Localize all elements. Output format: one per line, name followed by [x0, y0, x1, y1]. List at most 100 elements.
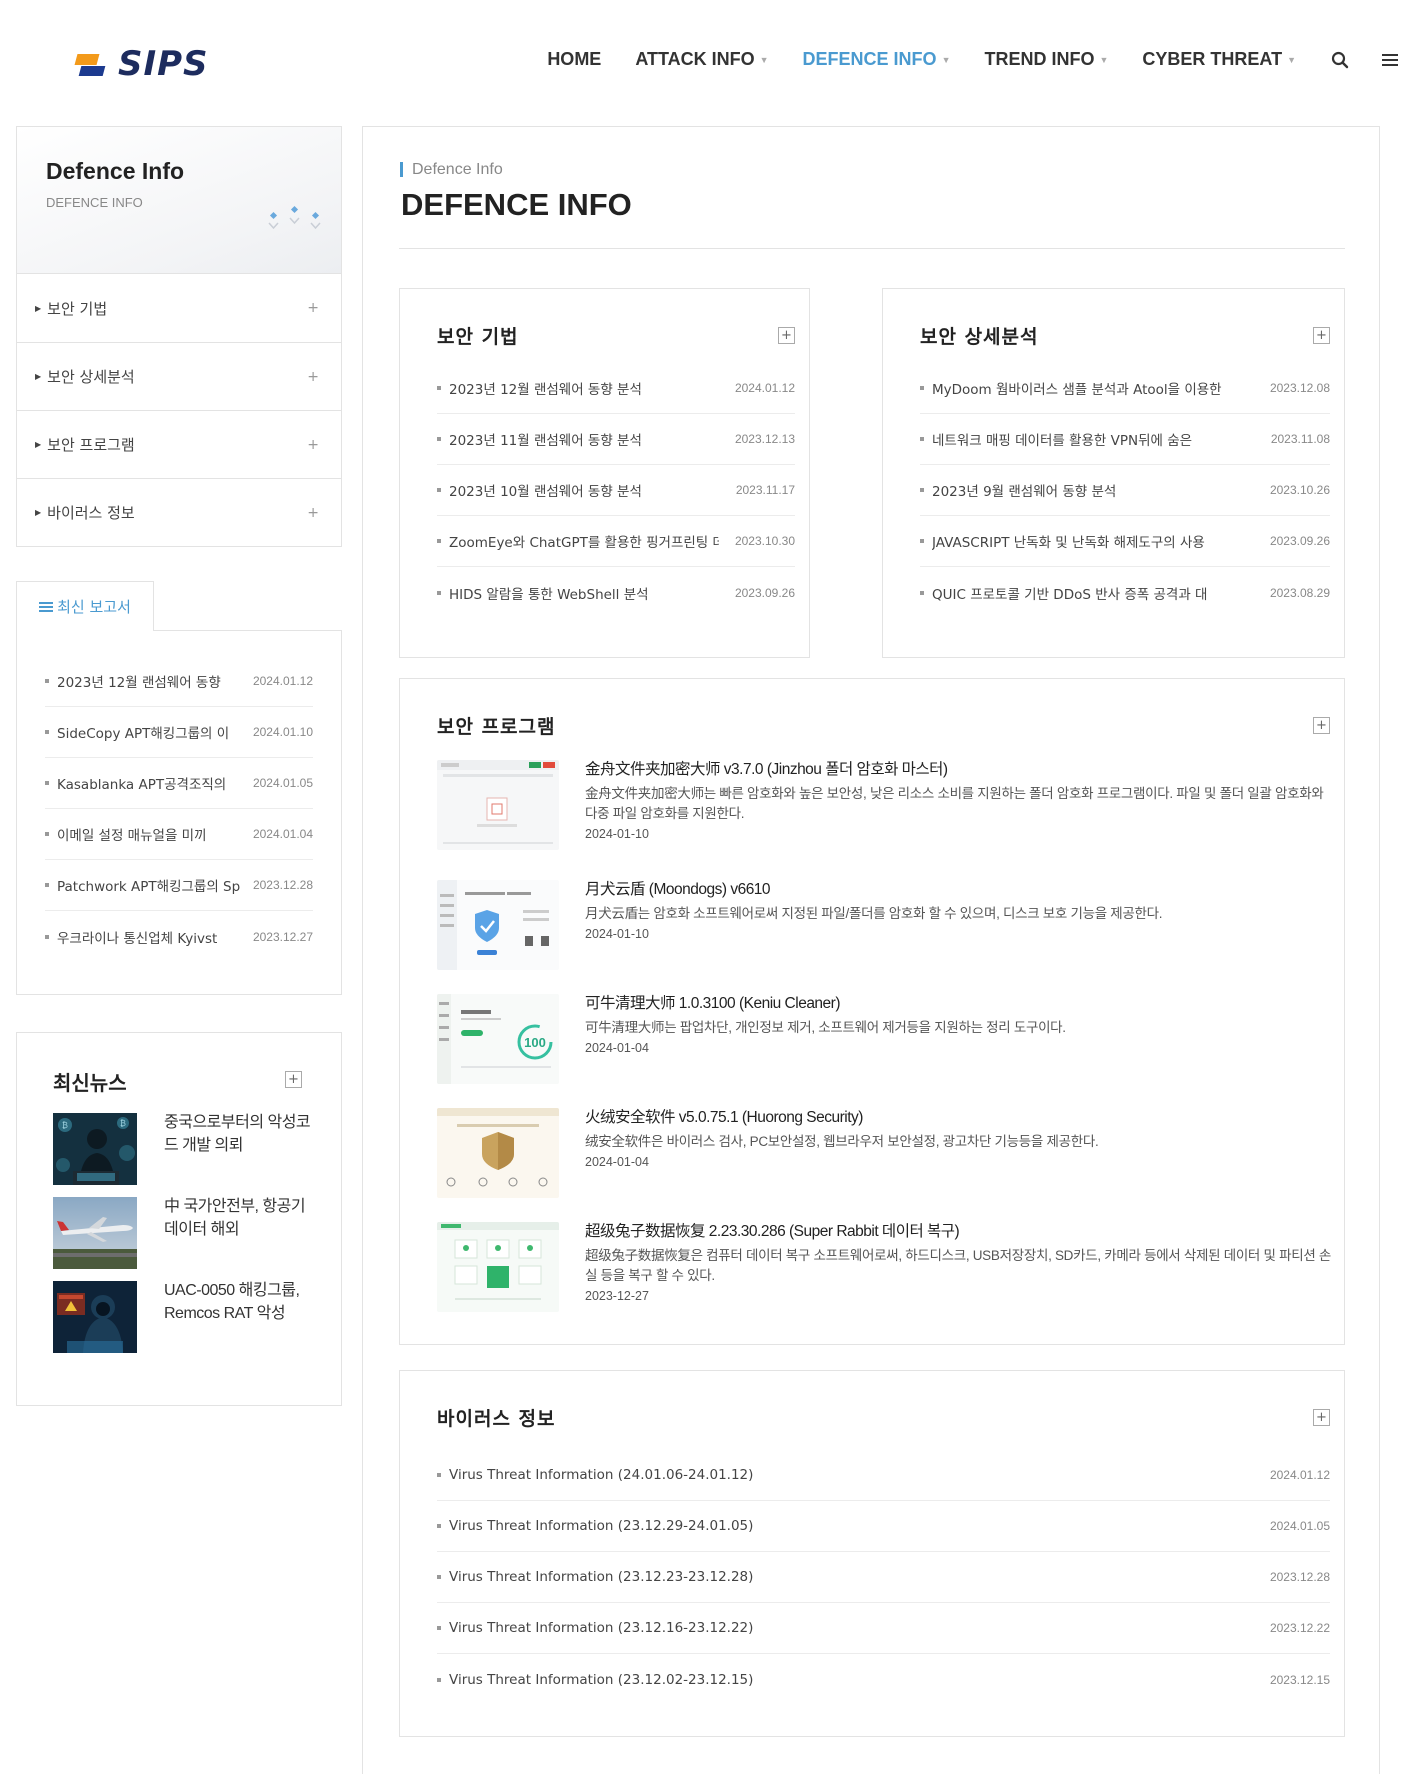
post-title[interactable]: JAVASCRIPT 난독화 및 난독화 해제도구의 사용 — [932, 531, 1254, 551]
post-title[interactable]: Virus Threat Information (23.12.16-23.12… — [449, 1620, 1254, 1636]
list-item[interactable]: Virus Threat Information (23.12.29-24.01… — [437, 1501, 1330, 1552]
list-item[interactable]: Virus Threat Information (24.01.06-24.01… — [437, 1450, 1330, 1501]
sidebar-item-security-programs[interactable]: ▶ 보안 프로그램 + — [17, 410, 341, 478]
menu-icon[interactable] — [1380, 50, 1400, 70]
program-name[interactable]: 可牛清理大师 1.0.3100 (Keniu Cleaner) — [585, 994, 1337, 1014]
news-item[interactable]: ₿ ₿ 중국으로부터의 악성코드 개발 의뢰 — [53, 1113, 313, 1185]
nav-home[interactable]: HOME — [547, 49, 601, 70]
sidebar-item-detailed-analysis[interactable]: ▶ 보안 상세분석 + — [17, 342, 341, 410]
post-title[interactable]: Virus Threat Information (23.12.02-23.12… — [449, 1672, 1254, 1688]
list-item[interactable]: 2023년 11월 랜섬웨어 동향 분석 2023.12.13 — [437, 414, 795, 465]
program-screenshot-thumb[interactable] — [437, 1108, 559, 1198]
triangle-right-icon: ▶ — [35, 440, 42, 449]
program-name[interactable]: 火绒安全软件 v5.0.75.1 (Huorong Security) — [585, 1108, 1337, 1128]
program-description: 超级兔子数据恢复은 컴퓨터 데이터 복구 소프트웨어로써, 하드디스크, USB… — [585, 1248, 1332, 1283]
nav-trend-info[interactable]: TREND INFO ▼ — [984, 49, 1108, 70]
news-title[interactable]: 중국으로부터의 악성코드 개발 의뢰 — [164, 1111, 313, 1185]
post-title[interactable]: Virus Threat Information (23.12.29-24.01… — [449, 1518, 1254, 1534]
list-item[interactable]: 2023년 10월 랜섬웨어 동향 분석 2023.11.17 — [437, 465, 795, 516]
plus-icon[interactable]: + — [307, 369, 319, 385]
list-item[interactable]: 이메일 설정 매뉴얼을 미끼 2024.01.04 — [45, 809, 313, 860]
post-date: 2024.01.05 — [1269, 1519, 1330, 1533]
program-item[interactable]: 金舟文件夹加密大师 v3.7.0 (Jinzhou 폴더 암호화 마스터) 金舟… — [437, 760, 1337, 850]
news-item[interactable]: 中 국가안전부, 항공기 데이터 해외 — [53, 1197, 313, 1269]
post-title[interactable]: 2023년 11월 랜섬웨어 동향 분석 — [449, 429, 719, 449]
hacker-thumb[interactable]: ₿ ₿ — [53, 1113, 137, 1185]
post-title[interactable]: ZoomEye와 ChatGPT를 활용한 핑거프린팅 데이터 — [449, 531, 719, 551]
report-title[interactable]: Kasablanka APT공격조직의 — [57, 773, 245, 793]
program-screenshot-thumb[interactable] — [437, 1222, 559, 1312]
list-item[interactable]: Virus Threat Information (23.12.02-23.12… — [437, 1654, 1330, 1705]
site-logo[interactable]: SIPS — [74, 44, 209, 84]
list-item[interactable]: ZoomEye와 ChatGPT를 활용한 핑거프린팅 데이터 2023.10.3… — [437, 516, 795, 567]
program-description: 金舟文件夹加密大师는 빠른 암호화와 높은 보안성, 낮은 리소스 소비를 지원… — [585, 786, 1324, 821]
post-title[interactable]: MyDoom 웜바이러스 샘플 분석과 Atool을 이용한 — [932, 378, 1254, 398]
list-item[interactable]: 우크라이나 통신업체 Kyivst 2023.12.27 — [45, 911, 313, 962]
plus-icon[interactable]: + — [307, 300, 319, 316]
list-item[interactable]: JAVASCRIPT 난독화 및 난독화 해제도구의 사용 2023.09.26 — [920, 516, 1330, 567]
airplane-thumb[interactable] — [53, 1197, 137, 1269]
more-plus-icon[interactable]: + — [285, 1071, 302, 1088]
list-item[interactable]: 2023년 9월 랜섬웨어 동향 분석 2023.10.26 — [920, 465, 1330, 516]
post-date: 2023.12.15 — [1269, 1672, 1330, 1687]
list-item[interactable]: Virus Threat Information (23.12.23-23.12… — [437, 1552, 1330, 1603]
news-title[interactable]: UAC-0050 해킹그룹, Remcos RAT 악성 — [164, 1279, 313, 1353]
bullet-icon — [920, 386, 924, 390]
program-name[interactable]: 金舟文件夹加密大师 v3.7.0 (Jinzhou 폴더 암호화 마스터) — [585, 760, 1337, 780]
post-title[interactable]: 네트워크 매핑 데이터를 활용한 VPN뒤에 숨은 — [932, 429, 1255, 449]
list-item[interactable]: MyDoom 웜바이러스 샘플 분석과 Atool을 이용한 2023.12.08 — [920, 363, 1330, 414]
post-date: 2023.12.13 — [734, 432, 795, 446]
post-title[interactable]: 2023년 10월 랜섬웨어 동향 분석 — [449, 480, 720, 500]
plus-icon[interactable]: + — [307, 505, 319, 521]
post-title[interactable]: Virus Threat Information (23.12.23-23.12… — [449, 1569, 1254, 1585]
post-title[interactable]: 2023년 9월 랜섬웨어 동향 분석 — [932, 480, 1254, 500]
nav-defence-info[interactable]: DEFENCE INFO ▼ — [803, 49, 951, 70]
plus-icon[interactable]: + — [307, 437, 319, 453]
program-screenshot-thumb[interactable] — [437, 760, 559, 850]
program-name[interactable]: 月犬云盾 (Moondogs) v6610 — [585, 880, 1337, 900]
list-item[interactable]: 2023년 12월 랜섬웨어 동향 2024.01.12 — [45, 656, 313, 707]
report-title[interactable]: 2023년 12월 랜섬웨어 동향 — [57, 671, 245, 691]
program-item[interactable]: 超级兔子数据恢复 2.23.30.286 (Super Rabbit 데이터 복… — [437, 1222, 1337, 1312]
list-item[interactable]: HIDS 알람을 통한 WebShell 분석 2023.09.26 — [437, 567, 795, 618]
program-screenshot-thumb[interactable]: 100 — [437, 994, 559, 1084]
program-screenshot-thumb[interactable] — [437, 880, 559, 970]
list-item[interactable]: Virus Threat Information (23.12.16-23.12… — [437, 1603, 1330, 1654]
list-item[interactable]: Patchwork APT해킹그룹의 Sp 2023.12.28 — [45, 860, 313, 911]
list-item[interactable]: QUIC 프로토콜 기반 DDoS 반사 증폭 공격과 대 2023.08.29 — [920, 567, 1330, 618]
report-title[interactable]: 이메일 설정 매뉴얼을 미끼 — [57, 824, 245, 844]
program-item[interactable]: 月犬云盾 (Moondogs) v6610 月犬云盾는 암호화 소프트웨어로써 … — [437, 880, 1337, 970]
hooded-hacker-thumb[interactable] — [53, 1281, 137, 1353]
more-plus-icon[interactable]: + — [1313, 327, 1330, 344]
list-item[interactable]: 2023년 12월 랜섬웨어 동향 분석 2024.01.12 — [437, 363, 795, 414]
more-plus-icon[interactable]: + — [778, 327, 795, 344]
security-programs-card: 보안 프로그램 + 金舟文件夹加密大师 v3.7.0 (Jinzhou 폴더 암… — [399, 678, 1345, 1345]
report-title[interactable]: SideCopy APT해킹그룹의 이 — [57, 722, 245, 742]
page-title: DEFENCE INFO — [401, 187, 632, 222]
program-item[interactable]: 火绒安全软件 v5.0.75.1 (Huorong Security) 绒安全软… — [437, 1108, 1337, 1198]
post-title[interactable]: 2023년 12월 랜섬웨어 동향 분석 — [449, 378, 719, 398]
list-item[interactable]: SideCopy APT해킹그룹의 이 2024.01.10 — [45, 707, 313, 758]
news-item[interactable]: UAC-0050 해킹그룹, Remcos RAT 악성 — [53, 1281, 313, 1353]
program-name[interactable]: 超级兔子数据恢复 2.23.30.286 (Super Rabbit 데이터 복… — [585, 1222, 1337, 1242]
list-item[interactable]: 네트워크 매핑 데이터를 활용한 VPN뒤에 숨은 2023.11.08 — [920, 414, 1330, 465]
post-title[interactable]: QUIC 프로토콜 기반 DDoS 반사 증폭 공격과 대 — [932, 583, 1254, 603]
program-item[interactable]: 100 可牛清理大师 1.0.3100 (Keniu Cleaner) 可牛清理… — [437, 994, 1337, 1084]
report-title[interactable]: 우크라이나 통신업체 Kyivst — [57, 927, 245, 947]
more-plus-icon[interactable]: + — [1313, 1409, 1330, 1426]
nav-attack-info[interactable]: ATTACK INFO ▼ — [635, 49, 768, 70]
sidebar-item-security-techniques[interactable]: ▶ 보안 기법 + — [17, 274, 341, 342]
news-title[interactable]: 中 국가안전부, 항공기 데이터 해외 — [164, 1195, 313, 1269]
post-title[interactable]: HIDS 알람을 통한 WebShell 분석 — [449, 583, 719, 603]
card-title: 보안 상세분석 — [920, 326, 1039, 348]
list-item[interactable]: Kasablanka APT공격조직의 2024.01.05 — [45, 758, 313, 809]
more-plus-icon[interactable]: + — [1313, 717, 1330, 734]
nav-cyber-threat[interactable]: CYBER THREAT ▼ — [1142, 49, 1296, 70]
post-title[interactable]: Virus Threat Information (24.01.06-24.01… — [449, 1467, 1254, 1483]
program-date: 2024-01-04 — [585, 1041, 649, 1055]
search-icon[interactable] — [1330, 50, 1350, 70]
report-title[interactable]: Patchwork APT해킹그룹의 Sp — [57, 875, 245, 895]
report-date: 2024.01.04 — [252, 827, 313, 841]
latest-reports-tab[interactable]: 최신 보고서 — [16, 581, 154, 631]
sidebar-item-virus-info[interactable]: ▶ 바이러스 정보 + — [17, 478, 341, 546]
